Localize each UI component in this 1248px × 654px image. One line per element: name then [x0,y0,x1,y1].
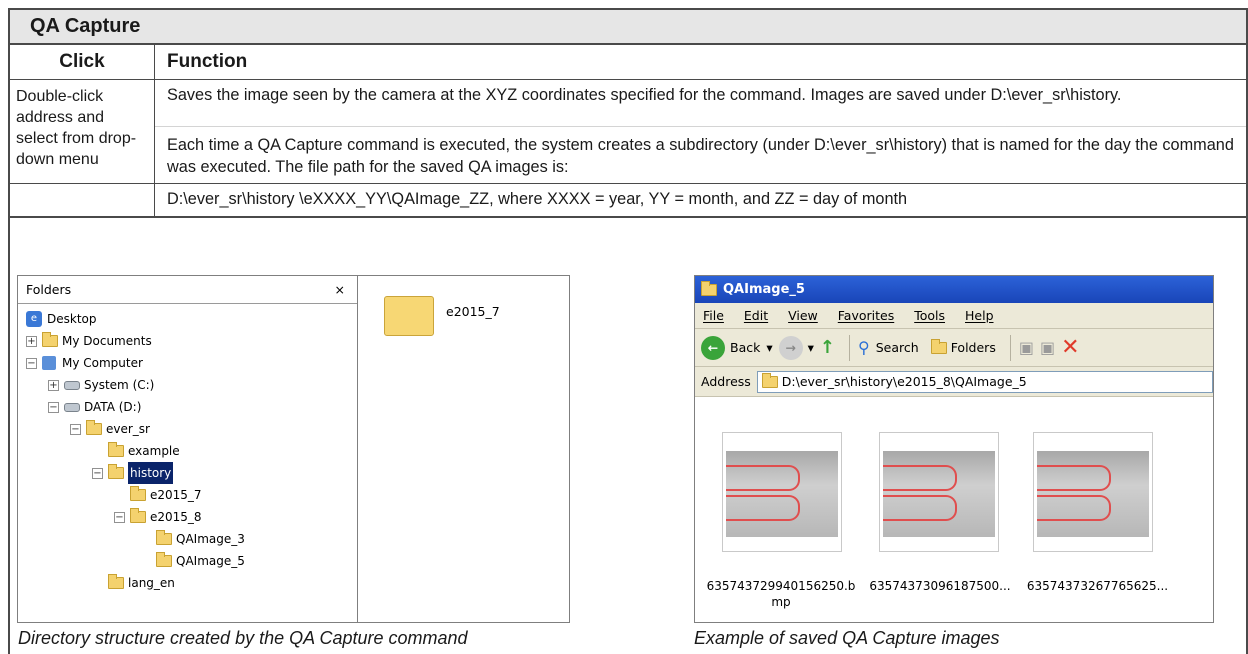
folder-icon [108,464,124,479]
folder-icon [156,530,172,545]
dropdown-arrow-icon[interactable]: ▾ [808,340,814,355]
folder-label[interactable]: e2015_7 [446,304,500,319]
function-cell: Saves the image seen by the camera at th… [155,80,1246,183]
folders-pane: Folders × e Desktop + My Documents − My Com… [18,276,358,622]
search-icon[interactable]: ⚲ [858,338,870,357]
file-name-label[interactable]: 63574373267765625... [1020,578,1175,594]
tree-item-qaimage-5[interactable]: QAImage_5 [156,550,245,572]
click-column-header: Click [10,45,155,79]
collapse-icon[interactable]: − [70,423,81,435]
folder-icon [130,486,146,501]
collapse-icon[interactable]: − [114,511,125,523]
folders-pane-header: Folders × [18,276,357,304]
copy-to-icon[interactable]: ▣ [1040,338,1055,357]
folder-content-pane: e2015_7 [364,276,569,622]
function-paragraph-1: Saves the image seen by the camera at th… [155,80,1246,127]
move-to-icon[interactable]: ▣ [1019,338,1034,357]
folder-icon [130,508,146,523]
tree-item-e2015-8[interactable]: − e2015_8 [114,506,202,528]
tree-item-e2015-7[interactable]: e2015_7 [130,484,202,506]
function-paragraph-2: Each time a QA Capture command is execut… [167,136,1234,176]
tree-item-example[interactable]: example [108,440,180,462]
menu-view[interactable]: View [788,308,818,323]
image-thumbnail[interactable] [722,432,842,552]
image-thumbnail[interactable] [879,432,999,552]
back-button[interactable]: Back [730,340,760,355]
folder-icon [108,574,124,589]
menu-tools[interactable]: Tools [914,308,945,323]
menu-help[interactable]: Help [965,308,994,323]
folder-icon [761,372,778,388]
file-name-label[interactable]: 635743729940156250.b mp [697,578,865,610]
toolbar-separator [1009,334,1011,361]
folder-icon [42,332,58,347]
table-title: QA Capture [10,10,1246,45]
folders-pane-title: Folders [26,282,72,297]
folders-icon[interactable] [930,338,947,354]
forward-arrow-icon[interactable]: → [778,335,803,360]
table-header-row: Click Function [10,45,1246,80]
folder-icon [156,552,172,567]
image-thumbnail[interactable] [1033,432,1153,552]
up-folder-icon[interactable]: ↑ [820,337,835,358]
file-name-label[interactable]: 63574373096187500... [865,578,1015,594]
toolbar: ← Back ▾ → ▾ ↑ ⚲ Search Folders ▣ ▣ ✕ [695,329,1213,367]
expand-icon[interactable]: + [26,335,37,347]
desktop-icon: e [26,311,42,327]
address-bar: Address D:\ever_sr\history\e2015_8\QAIma… [695,367,1213,397]
function-column-header: Function [167,51,248,72]
toolbar-separator [849,334,851,361]
dropdown-arrow-icon[interactable]: ▾ [766,340,772,355]
back-arrow-icon[interactable]: ← [701,335,725,360]
qa-image-preview [1037,451,1149,537]
close-icon[interactable]: × [335,276,345,303]
collapse-icon[interactable]: − [48,401,59,413]
menu-bar: File Edit View Favorites Tools Help [695,303,1213,329]
table-row: D:\ever_sr\history \eXXXX_YY\QAImage_ZZ,… [10,184,1246,218]
address-field[interactable]: D:\ever_sr\history\e2015_8\QAImage_5 [756,370,1213,393]
tree-item-my-computer[interactable]: − My Computer [26,352,143,374]
qa-image-preview [883,451,995,537]
menu-favorites[interactable]: Favorites [838,308,894,323]
folder-icon [701,280,717,296]
tree-item-history[interactable]: − history [92,462,174,484]
click-cell: Double-click address and select from dro… [10,80,155,183]
drive-icon [64,402,80,412]
address-label: Address [701,374,751,389]
table-row: Double-click address and select from dro… [10,80,1246,184]
search-button[interactable]: Search [876,340,919,355]
drive-icon [64,380,80,390]
function-paragraph-3: D:\ever_sr\history \eXXXX_YY\QAImage_ZZ,… [167,190,908,208]
tree-item-qaimage-3[interactable]: QAImage_3 [156,528,245,550]
tree-item-data-drive[interactable]: − DATA (D:) [48,396,141,418]
folders-button[interactable]: Folders [951,340,996,355]
folder-icon [86,420,102,435]
folder-tree: e Desktop + My Documents − My Computer + Sys… [18,304,357,590]
window-titlebar: QAImage_5 [695,276,1213,303]
expand-icon[interactable]: + [48,379,59,391]
collapse-icon[interactable]: − [92,467,103,479]
menu-file[interactable]: File [703,308,724,323]
collapse-icon[interactable]: − [26,357,37,369]
folder-icon[interactable] [384,296,434,336]
saved-images-screenshot: QAImage_5 File Edit View Favorites Tools… [694,275,1214,623]
folder-tree-screenshot: Folders × e Desktop + My Documents − My Com… [17,275,570,623]
tree-item-system-drive[interactable]: + System (C:) [48,374,154,396]
right-caption: Example of saved QA Capture images [694,628,1000,648]
qa-image-preview [726,451,838,537]
window-title: QAImage_5 [723,282,805,297]
tree-item-lang-en[interactable]: lang_en [108,572,175,594]
folder-icon [108,442,124,457]
tree-item-ever-sr[interactable]: − ever_sr [70,418,150,440]
left-caption: Directory structure created by the QA Ca… [18,628,468,648]
menu-edit[interactable]: Edit [744,308,768,323]
click-cell-empty [10,184,155,216]
tree-item-my-documents[interactable]: + My Documents [26,330,152,352]
address-value: D:\ever_sr\history\e2015_8\QAImage_5 [781,374,1027,389]
delete-icon[interactable]: ✕ [1061,335,1079,360]
tree-item-desktop[interactable]: e Desktop [26,308,97,330]
computer-icon [42,356,56,370]
